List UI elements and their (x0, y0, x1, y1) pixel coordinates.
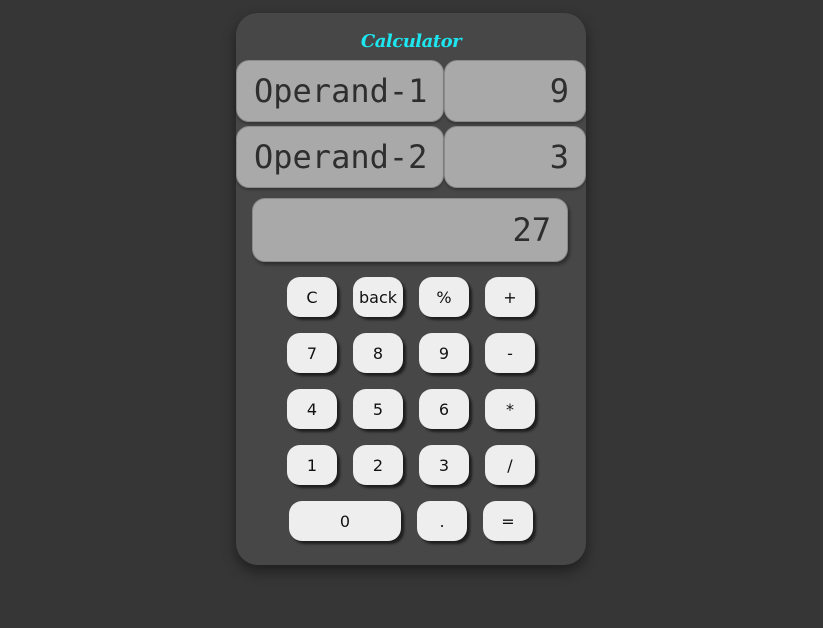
percent-button[interactable]: % (419, 277, 469, 317)
digit-2-button[interactable]: 2 (353, 445, 403, 485)
digit-7-button[interactable]: 7 (287, 333, 337, 373)
add-button[interactable]: + (485, 277, 535, 317)
digit-5-button[interactable]: 5 (353, 389, 403, 429)
subtract-button[interactable]: - (485, 333, 535, 373)
digit-1-button[interactable]: 1 (287, 445, 337, 485)
clear-button[interactable]: C (287, 277, 337, 317)
calculator: Calculator Operand-1 9 Operand-2 3 27 C … (236, 13, 586, 565)
operand-1-label: Operand-1 (236, 60, 444, 122)
digit-9-button[interactable]: 9 (419, 333, 469, 373)
equals-button[interactable]: = (483, 501, 533, 541)
app-title: Calculator (360, 31, 462, 52)
operand-2-input[interactable]: 3 (444, 126, 586, 188)
multiply-button[interactable]: * (485, 389, 535, 429)
operand-1-input[interactable]: 9 (444, 60, 586, 122)
digit-3-button[interactable]: 3 (419, 445, 469, 485)
digit-0-button[interactable]: 0 (289, 501, 401, 541)
backspace-button[interactable]: back (353, 277, 403, 317)
result-display: 27 (252, 198, 568, 262)
digit-4-button[interactable]: 4 (287, 389, 337, 429)
decimal-button[interactable]: . (417, 501, 467, 541)
digit-6-button[interactable]: 6 (419, 389, 469, 429)
operand-2-label: Operand-2 (236, 126, 444, 188)
divide-button[interactable]: / (485, 445, 535, 485)
digit-8-button[interactable]: 8 (353, 333, 403, 373)
